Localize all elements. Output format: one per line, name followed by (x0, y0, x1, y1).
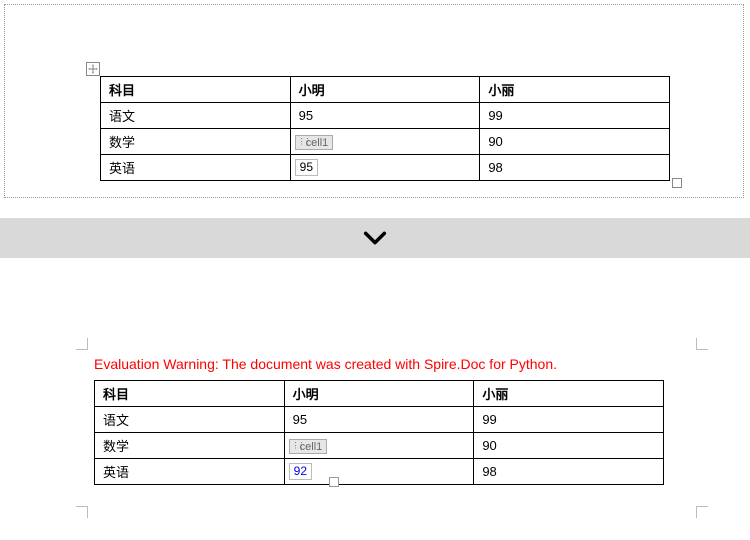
cell-tag-icon: ⋮⋮cell1 (289, 439, 328, 454)
grades-table-after: 科目 小明 小丽 语文 95 99 数学 ⋮⋮cell1 90 英语 92 98 (94, 380, 664, 485)
cell-changed-value: 92 (289, 463, 312, 480)
table-header-row: 科目 小明 小丽 (95, 381, 664, 407)
cell: 95 (293, 412, 307, 427)
table-row: 数学 ⋮⋮cell1 90 (95, 433, 664, 459)
col-header: 小明 (293, 387, 319, 402)
table-row: 数学 ⋮⋮cell1 90 (101, 129, 670, 155)
table-row: 语文 95 99 (101, 103, 670, 129)
cell: 99 (488, 108, 502, 123)
table-row: 语文 95 99 (95, 407, 664, 433)
table: 科目 小明 小丽 语文 95 99 数学 ⋮⋮cell1 90 英语 95 98 (100, 76, 670, 181)
cell: 英语 (109, 161, 135, 176)
page-corner-icon (690, 506, 708, 524)
cell: 98 (482, 464, 496, 479)
structured-tag[interactable]: ⋮⋮cell1 (289, 437, 328, 455)
col-header: 科目 (109, 83, 135, 98)
cell: 数学 (109, 135, 135, 150)
cell: 语文 (103, 413, 129, 428)
table-move-handle-icon[interactable] (86, 62, 100, 76)
col-header: 科目 (103, 387, 129, 402)
page-corner-icon (76, 332, 94, 350)
cell-tag-icon: ⋮⋮cell1 (295, 135, 334, 150)
chevron-down-icon (361, 224, 389, 252)
cell: 95 (295, 159, 318, 176)
tag-end-marker-icon (329, 477, 339, 487)
structured-tag[interactable]: ⋮⋮cell1 (295, 133, 334, 151)
evaluation-warning: Evaluation Warning: The document was cre… (94, 356, 557, 372)
page-corner-icon (690, 332, 708, 350)
cell: 95 (299, 108, 313, 123)
col-header: 小明 (299, 83, 325, 98)
table: 科目 小明 小丽 语文 95 99 数学 ⋮⋮cell1 90 英语 92 98 (94, 380, 664, 485)
cell: 99 (482, 412, 496, 427)
separator-bar[interactable] (0, 218, 750, 258)
cell: 90 (488, 134, 502, 149)
grades-table-before: 科目 小明 小丽 语文 95 99 数学 ⋮⋮cell1 90 英语 95 98 (100, 76, 670, 181)
table-resize-handle[interactable] (672, 178, 682, 188)
cell: 98 (488, 160, 502, 175)
cell: 语文 (109, 109, 135, 124)
table-row: 英语 92 98 (95, 459, 664, 485)
col-header: 小丽 (488, 83, 514, 98)
cell: 英语 (103, 465, 129, 480)
page-corner-icon (76, 506, 94, 524)
table-header-row: 科目 小明 小丽 (101, 77, 670, 103)
cell: 数学 (103, 439, 129, 454)
cell: 90 (482, 438, 496, 453)
table-row: 英语 95 98 (101, 155, 670, 181)
col-header: 小丽 (482, 387, 508, 402)
